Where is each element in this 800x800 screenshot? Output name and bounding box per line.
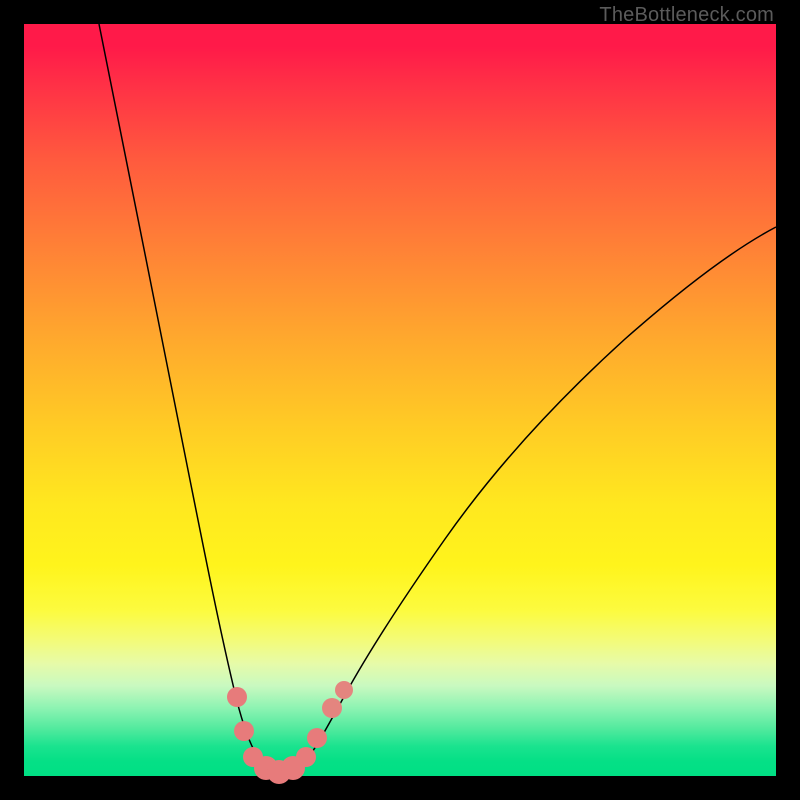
marker-point [307,728,327,748]
marker-point [322,698,342,718]
curve-svg [24,24,776,776]
marker-point [296,747,316,767]
plot-area [24,24,776,776]
marker-point [335,681,353,699]
curve-markers [227,681,353,784]
chart-frame: TheBottleneck.com [0,0,800,800]
bottleneck-curve [99,24,776,772]
marker-point [227,687,247,707]
marker-point [234,721,254,741]
